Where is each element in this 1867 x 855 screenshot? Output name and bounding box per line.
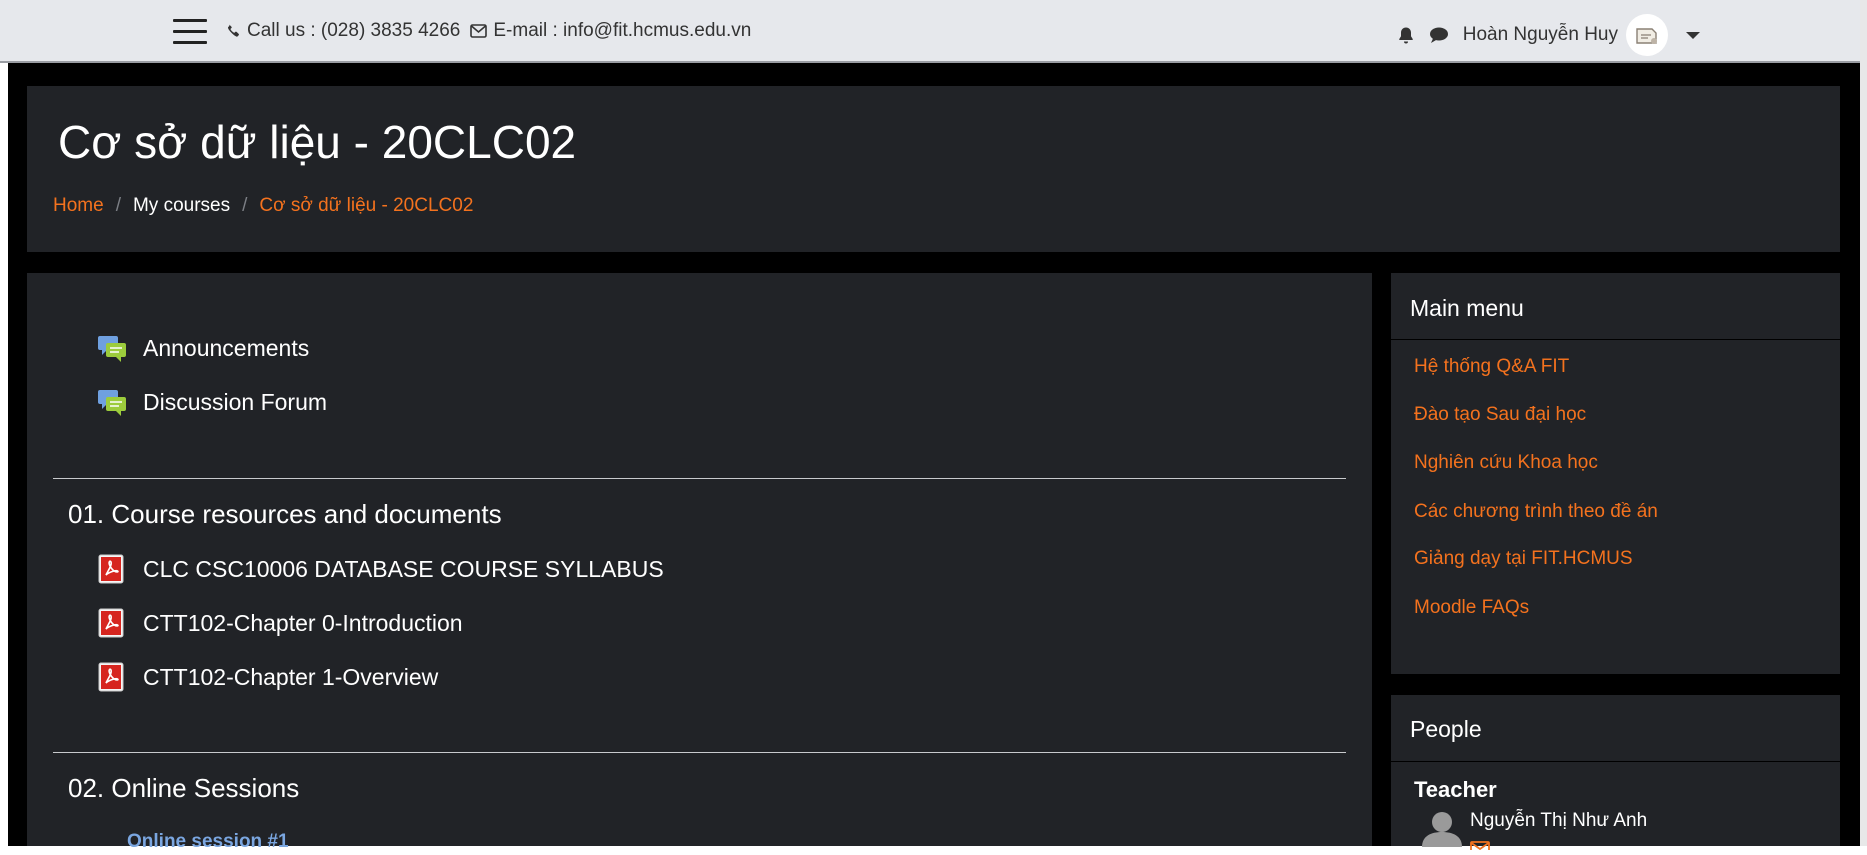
block-title: People — [1410, 716, 1482, 742]
breadcrumb-home[interactable]: Home — [53, 195, 104, 217]
block-divider — [1391, 339, 1840, 340]
breadcrumb-current-course[interactable]: Cơ sở dữ liệu - 20CLC02 — [259, 195, 473, 217]
activity-label: Announcements — [143, 334, 310, 361]
pdf-icon — [96, 553, 128, 585]
contact-info: Call us : (028) 3835 4266 E-mail : info@… — [226, 20, 751, 42]
user-menu-caret-icon[interactable] — [1686, 31, 1700, 39]
message-bubble-icon[interactable] — [1429, 26, 1449, 44]
envelope-icon[interactable] — [1470, 837, 1490, 855]
email-text: E-mail : info@fit.hcmus.edu.vn — [493, 20, 752, 41]
resource-label: CTT102-Chapter 1-Overview — [143, 663, 439, 690]
breadcrumb-my-courses[interactable]: My courses — [133, 195, 230, 217]
subsection-link-online-session[interactable]: Online session #1 — [127, 831, 289, 853]
menu-item-research[interactable]: Nghiên cứu Khoa học — [1414, 452, 1598, 474]
page-title: Cơ sở dữ liệu - 20CLC02 — [58, 116, 577, 168]
menu-item-teaching[interactable]: Giảng dạy tại FIT.HCMUS — [1414, 548, 1633, 570]
breadcrumb-separator: / — [115, 195, 121, 216]
section-title-course-resources[interactable]: 01. Course resources and documents — [68, 499, 502, 530]
section-title-online-sessions[interactable]: 02. Online Sessions — [68, 773, 299, 804]
pdf-icon — [96, 661, 128, 693]
people-block: People Teacher Nguyễn Thị Như Anh — [1391, 695, 1840, 855]
top-navbar: Call us : (028) 3835 4266 E-mail : info@… — [0, 0, 1860, 63]
main-menu-block: Main menu Hệ thống Q&A FIT Đào tạo Sau đ… — [1391, 273, 1840, 674]
page-header — [27, 86, 1840, 252]
envelope-icon — [470, 24, 488, 38]
menu-item-qa-fit[interactable]: Hệ thống Q&A FIT — [1414, 356, 1569, 378]
block-title: Main menu — [1410, 295, 1524, 321]
forum-icon — [96, 386, 128, 418]
breadcrumb-separator: / — [242, 195, 248, 216]
resource-label: CTT102-Chapter 0-Introduction — [143, 609, 463, 636]
user-avatar[interactable] — [1626, 14, 1668, 56]
bell-icon[interactable] — [1397, 26, 1415, 45]
phone-icon — [226, 23, 241, 39]
window-right-edge — [1860, 0, 1867, 846]
section-divider — [53, 478, 1346, 479]
forum-icon — [96, 332, 128, 364]
teacher-name[interactable]: Nguyễn Thị Như Anh — [1470, 810, 1647, 832]
menu-item-programs[interactable]: Các chương trình theo đề án — [1414, 501, 1658, 523]
user-navigation: Hoàn Nguyễn Huy — [1397, 14, 1700, 56]
page-left-edge — [0, 63, 8, 846]
user-name[interactable]: Hoàn Nguyễn Huy — [1463, 24, 1618, 46]
activity-discussion-forum[interactable]: Discussion Forum — [96, 386, 327, 418]
menu-item-moodle-faqs[interactable]: Moodle FAQs — [1414, 597, 1529, 619]
resource-chapter-1[interactable]: CTT102-Chapter 1-Overview — [96, 661, 438, 693]
menu-item-postgraduate[interactable]: Đào tạo Sau đại học — [1414, 404, 1586, 426]
activity-label: Discussion Forum — [143, 388, 328, 415]
section-divider — [53, 752, 1346, 753]
resource-course-syllabus[interactable]: CLC CSC10006 DATABASE COURSE SYLLABUS — [96, 553, 664, 585]
phone-text: Call us : (028) 3835 4266 — [247, 20, 461, 41]
resource-label: CLC CSC10006 DATABASE COURSE SYLLABUS — [143, 555, 664, 582]
resource-chapter-0[interactable]: CTT102-Chapter 0-Introduction — [96, 607, 463, 639]
activity-announcements[interactable]: Announcements — [96, 332, 309, 364]
hamburger-menu-icon[interactable] — [173, 19, 207, 45]
breadcrumb: Home / My courses / Cơ sở dữ liệu - 20CL… — [53, 195, 473, 217]
pdf-icon — [96, 607, 128, 639]
people-role-heading: Teacher — [1414, 777, 1497, 802]
block-divider — [1391, 761, 1840, 762]
